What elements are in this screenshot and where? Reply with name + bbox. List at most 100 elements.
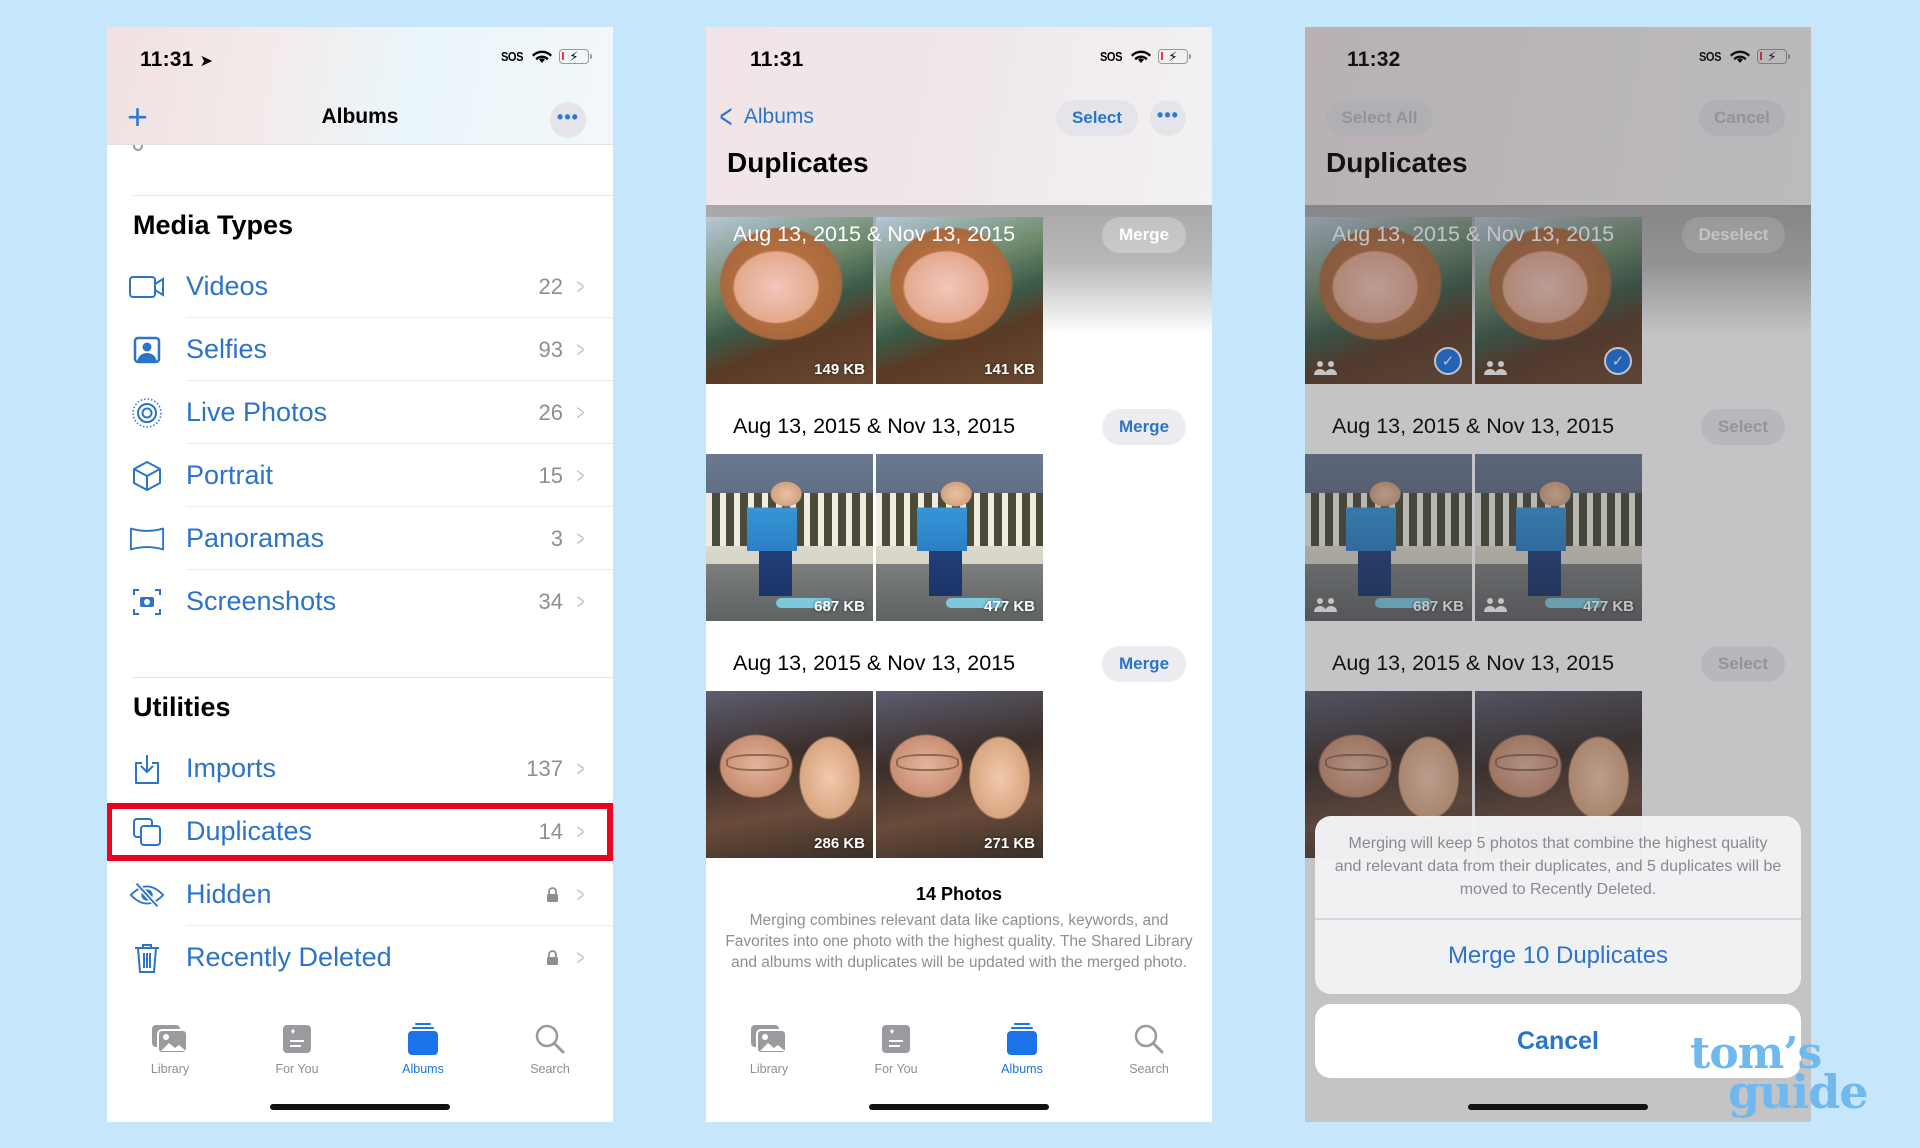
file-size: 149 KB [814,361,865,378]
screenshot-icon [129,584,165,620]
list-item-imports[interactable]: Imports 137 > [107,737,613,800]
checkmark-icon: ✓ [1434,347,1462,375]
photo-thumbnail[interactable]: 271 KB [876,691,1043,858]
search-icon [1127,1020,1171,1058]
file-size: 477 KB [984,598,1035,615]
albums-icon [1000,1020,1044,1058]
chevron-right-icon: > [576,818,585,844]
sos-label: SOS [1099,49,1123,64]
merge-duplicates-button[interactable]: Merge 10 Duplicates [1315,918,1801,994]
home-indicator[interactable] [1468,1104,1648,1110]
more-options-button[interactable]: ••• [1150,100,1186,136]
photo-thumbnail[interactable]: 286 KB [706,691,873,858]
tab-search[interactable]: Search [1099,1020,1199,1076]
file-size: 687 KB [814,598,865,615]
duplicates-screen: 11:31 SOS ⚡ < Albums Select ••• Duplicate… [706,27,1212,1122]
tab-label: Library [150,1062,190,1076]
row-label: Recently Deleted [186,942,392,972]
select-group-button[interactable]: Select [1701,409,1785,445]
merge-button[interactable]: Merge [1102,217,1186,253]
list-item-selfies[interactable]: Selfies 93 > [107,318,613,381]
list-item-panoramas[interactable]: Panoramas 3 > [107,507,613,570]
page-title: Duplicates [1326,147,1468,178]
library-icon [747,1020,791,1058]
group-date: Aug 13, 2015 & Nov 13, 2015 [733,651,1016,675]
select-group-button[interactable]: Select [1701,646,1785,682]
sos-label: SOS [1698,49,1722,64]
tab-bar: Library For You Albums Search [706,1002,1212,1122]
page-title: Albums [321,105,399,128]
tab-label: For You [874,1062,918,1076]
list-item-portrait[interactable]: Portrait 15 > [107,444,613,507]
battery-charging-icon: ⚡ [1757,49,1790,64]
import-icon [129,751,165,787]
shared-library-icon [1314,598,1337,612]
albums-screen: 11:31 ➤ SOS ⚡ + Albums ••• Media Types V… [107,27,613,1122]
row-count: 14 [538,818,563,844]
live-photo-icon [129,395,165,431]
back-button[interactable]: < Albums [716,100,813,134]
file-size: 141 KB [984,361,1035,378]
merge-button[interactable]: Merge [1102,409,1186,445]
select-all-button[interactable]: Select All [1326,100,1433,136]
for-you-icon [275,1020,319,1058]
search-icon [528,1020,572,1058]
photo-count: 14 Photos [915,884,1003,904]
more-options-button[interactable]: ••• [550,102,586,138]
cancel-selection-button[interactable]: Cancel [1699,100,1785,136]
panorama-icon [129,521,165,557]
row-label: Selfies [186,334,268,364]
chevron-right-icon: > [576,755,585,781]
row-count: 22 [538,273,563,299]
group-date: Aug 13, 2015 & Nov 13, 2015 [733,414,1016,438]
chevron-right-icon: > [576,336,585,362]
battery-charging-icon: ⚡ [1158,49,1191,64]
row-count: 93 [538,336,563,362]
list-item-duplicates[interactable]: Duplicates 14 > [107,800,613,863]
cube-icon [129,458,165,494]
chevron-right-icon: > [576,881,585,907]
group-date: Aug 13, 2015 & Nov 13, 2015 [1332,651,1615,675]
selfie-icon [129,332,165,368]
trash-icon [129,940,165,976]
tab-for-you[interactable]: For You [247,1020,347,1076]
home-indicator[interactable] [270,1104,450,1110]
duplicate-icon [129,814,165,850]
tab-search[interactable]: Search [500,1020,600,1076]
home-indicator[interactable] [869,1104,1049,1110]
chevron-right-icon: > [576,525,585,551]
list-item-videos[interactable]: Videos 22 > [107,255,613,318]
photo-thumbnail[interactable]: 687 KB [706,454,873,621]
file-size: 286 KB [814,835,865,852]
group-date: Aug 13, 2015 & Nov 13, 2015 [1332,222,1615,246]
row-label: Imports [186,753,277,783]
file-size: 271 KB [984,835,1035,852]
file-size: 477 KB [1583,598,1634,615]
photo-thumbnail[interactable]: 687 KB [1305,454,1472,621]
deselect-button[interactable]: Deselect [1682,217,1785,253]
wifi-icon [1730,50,1750,63]
section-title-utilities: Utilities [133,692,231,722]
location-arrow-icon: ➤ [199,53,214,70]
tab-for-you[interactable]: For You [846,1020,946,1076]
list-item-screenshots[interactable]: Screenshots 34 > [107,570,613,633]
merge-button[interactable]: Merge [1102,646,1186,682]
tab-albums[interactable]: Albums [972,1020,1072,1076]
list-item-live-photos[interactable]: Live Photos 26 > [107,381,613,444]
action-sheet-message: Merging will keep 5 photos that combine … [1334,835,1782,898]
lock-icon [547,887,558,902]
tab-albums[interactable]: Albums [373,1020,473,1076]
select-button[interactable]: Select [1056,100,1138,136]
list-item-recently-deleted[interactable]: Recently Deleted > [107,926,613,989]
row-label: Videos [186,271,269,301]
photo-thumbnail[interactable]: 477 KB [1475,454,1642,621]
tab-label: Library [749,1062,789,1076]
checkmark-icon: ✓ [1604,347,1632,375]
tab-library[interactable]: Library [719,1020,819,1076]
photo-thumbnail[interactable]: 477 KB [876,454,1043,621]
eye-slash-icon [129,877,165,913]
ellipsis-icon: ••• [557,107,579,127]
list-item-hidden[interactable]: Hidden > [107,863,613,926]
tab-label: Search [530,1062,570,1076]
tab-library[interactable]: Library [120,1020,220,1076]
